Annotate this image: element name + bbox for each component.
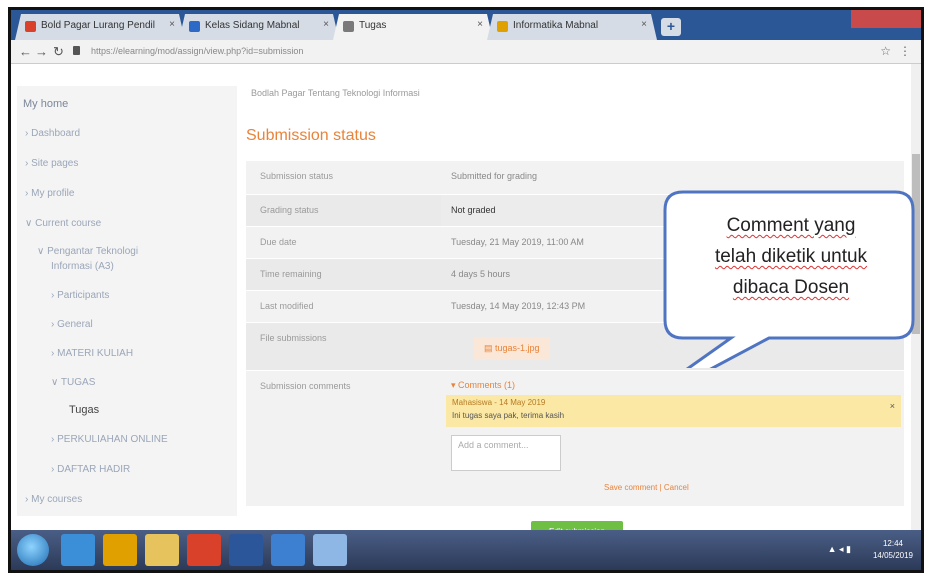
close-icon[interactable]: × <box>477 19 483 30</box>
reload-icon[interactable]: ↻ <box>53 44 64 60</box>
tab-label: Kelas Sidang Mabnal <box>205 20 300 31</box>
navigation-sidebar: My home › Dashboard › Site pages › My pr… <box>17 86 237 516</box>
callout-line: telah diketik untuk <box>714 246 868 267</box>
browser-tabstrip: Bold Pagar Lurang Pendil × Kelas Sidang … <box>11 10 921 40</box>
clock-date: 14/05/2019 <box>872 551 913 560</box>
star-icon[interactable]: ☆ <box>880 44 891 58</box>
row-value: Tuesday, 21 May 2019, 11:00 AM <box>451 237 584 247</box>
close-icon[interactable]: × <box>641 19 647 30</box>
row-value: Not graded <box>451 205 496 215</box>
word-icon[interactable] <box>229 534 263 566</box>
row-label: Submission status <box>260 171 334 181</box>
close-icon[interactable]: × <box>169 19 175 30</box>
file-name: tugas-1.jpg <box>495 343 540 353</box>
back-icon[interactable]: ← <box>19 44 32 59</box>
comments-row: Submission comments ▾ Comments (1) Mahas… <box>246 370 904 506</box>
save-cancel-links[interactable]: Save comment | Cancel <box>604 483 689 492</box>
sidebar-item-daftar-hadir[interactable]: › DAFTAR HADIR <box>51 464 130 475</box>
sidebar-item-materi-kuliah[interactable]: › MATERI KULIAH <box>51 348 133 359</box>
lock-icon <box>73 46 80 55</box>
sidebar-item-participants[interactable]: › Participants <box>51 290 109 301</box>
screenshot-frame: Bold Pagar Lurang Pendil × Kelas Sidang … <box>8 7 924 573</box>
file-submission-link[interactable]: ▤ tugas-1.jpg <box>474 337 550 360</box>
start-button[interactable] <box>17 534 49 566</box>
tab-favicon-icon <box>25 21 36 32</box>
tab-favicon-icon <box>343 21 354 32</box>
comment-item: Mahasiswa - 14 May 2019 Ini tugas saya p… <box>446 395 901 427</box>
sidebar-item-perkuliahan-online[interactable]: › PERKULIAHAN ONLINE <box>51 434 168 445</box>
chrome-icon[interactable] <box>187 534 221 566</box>
row-value: Tuesday, 14 May 2019, 12:43 PM <box>451 301 586 311</box>
delete-comment-icon[interactable]: × <box>890 401 895 411</box>
comments-toggle[interactable]: ▾ Comments (1) <box>451 380 515 391</box>
tab-favicon-icon <box>497 21 508 32</box>
row-value: 4 days 5 hours <box>451 269 511 279</box>
row-label: Due date <box>260 237 297 247</box>
callout-line: dibaca Dosen <box>732 277 850 298</box>
row-label: Grading status <box>260 205 319 215</box>
callout-annotation: Comment yang telah diketik untuk dibaca … <box>659 188 917 368</box>
address-bar-row: ← → ↻ https://elearning/mod/assign/view.… <box>11 40 921 64</box>
breadcrumb[interactable]: Bodlah Pagar Tentang Teknologi Informasi <box>251 88 420 98</box>
explorer-icon[interactable] <box>145 534 179 566</box>
clock-time: 12:44 <box>882 539 903 548</box>
tab-label: Informatika Mabnal <box>513 20 599 31</box>
sidebar-item-dashboard[interactable]: › Dashboard <box>25 128 80 139</box>
tab-label: Tugas <box>359 20 387 31</box>
new-tab-button[interactable]: + <box>661 18 681 36</box>
sidebar-item-current-course[interactable]: ∨ Current course <box>25 218 101 229</box>
media-icon[interactable] <box>103 534 137 566</box>
callout-line: Comment yang <box>726 215 856 236</box>
menu-icon[interactable]: ⋮ <box>899 44 911 58</box>
page-title: Submission status <box>246 127 376 144</box>
sidebar-item-course-name[interactable]: ∨ Pengantar Teknologi <box>37 246 138 257</box>
tab-favicon-icon <box>189 21 200 32</box>
close-icon[interactable]: × <box>323 19 329 30</box>
forward-icon[interactable]: → <box>35 44 48 59</box>
sidebar-item-site-pages[interactable]: › Site pages <box>25 158 78 169</box>
url-input[interactable]: https://elearning/mod/assign/view.php?id… <box>81 44 701 60</box>
sidebar-item-my-courses[interactable]: › My courses <box>25 494 82 505</box>
tab-1[interactable]: Bold Pagar Lurang Pendil × <box>15 14 185 40</box>
tab-2[interactable]: Kelas Sidang Mabnal × <box>179 14 339 40</box>
sidebar-item-my-profile[interactable]: › My profile <box>25 188 74 199</box>
callout-text: Comment yang telah diketik untuk dibaca … <box>681 210 901 303</box>
sidebar-item-course-name-cont[interactable]: Informasi (A3) <box>51 261 114 272</box>
ie-icon[interactable] <box>61 534 95 566</box>
window-controls[interactable] <box>851 10 921 28</box>
row-label: File submissions <box>260 333 327 343</box>
sidebar-item-general[interactable]: › General <box>51 319 93 330</box>
sidebar-item-my-home[interactable]: My home <box>23 98 68 110</box>
system-tray[interactable]: ▲ ◂ ▮ <box>828 544 851 555</box>
paint-icon[interactable] <box>271 534 305 566</box>
row-label: Time remaining <box>260 269 322 279</box>
tab-4[interactable]: Informatika Mabnal × <box>487 14 657 40</box>
comment-text: Ini tugas saya pak, terima kasih <box>452 411 565 420</box>
sidebar-item-tugas[interactable]: Tugas <box>69 404 99 416</box>
app-icon[interactable] <box>313 534 347 566</box>
comment-author[interactable]: Mahasiswa - 14 May 2019 <box>452 398 545 407</box>
tab-label: Bold Pagar Lurang Pendil <box>41 20 155 31</box>
add-comment-textarea[interactable]: Add a comment... <box>451 435 561 471</box>
windows-taskbar: ▲ ◂ ▮ 12:44 14/05/2019 <box>11 530 921 570</box>
row-label: Submission comments <box>260 381 351 391</box>
taskbar-clock[interactable]: 12:44 14/05/2019 <box>873 538 913 562</box>
sidebar-item-tugas-section[interactable]: ∨ TUGAS <box>51 377 95 388</box>
row-label: Last modified <box>260 301 314 311</box>
tab-3[interactable]: Tugas × <box>333 14 493 40</box>
row-value: Submitted for grading <box>451 171 538 181</box>
